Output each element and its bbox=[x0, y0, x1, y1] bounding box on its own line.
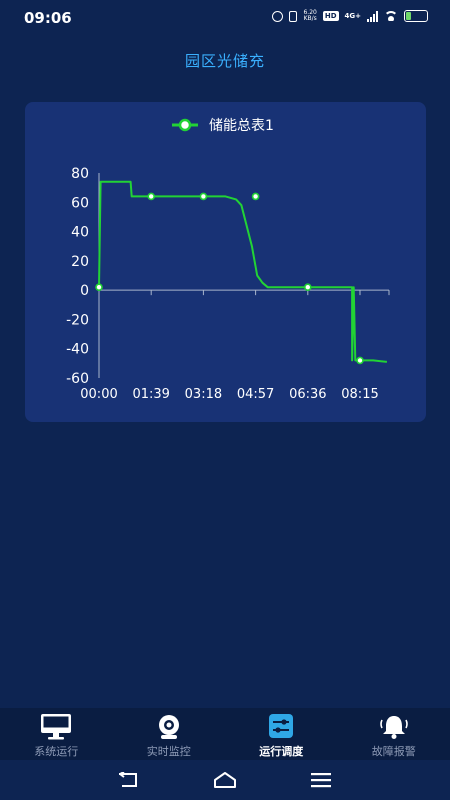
signal-icon bbox=[367, 10, 378, 22]
home-icon[interactable] bbox=[213, 770, 237, 790]
data-point bbox=[95, 283, 103, 292]
nav-item-fault-alarm[interactable]: 故障报警 bbox=[338, 708, 450, 760]
x-tick-label: 01:39 bbox=[132, 387, 169, 402]
legend-label: 储能总表1 bbox=[209, 118, 274, 134]
data-point bbox=[303, 283, 312, 292]
nav-label: 故障报警 bbox=[371, 745, 416, 758]
nav-label: 系统运行 bbox=[34, 745, 79, 758]
y-tick-label: -20 bbox=[66, 312, 89, 328]
x-tick-label: 03:18 bbox=[185, 387, 222, 402]
sliders-icon bbox=[266, 714, 296, 740]
data-point bbox=[147, 192, 155, 201]
nav-label: 运行调度 bbox=[259, 745, 304, 758]
data-point bbox=[356, 356, 364, 365]
menu-icon[interactable] bbox=[309, 770, 333, 790]
bell-icon bbox=[379, 714, 409, 740]
camera-icon bbox=[154, 714, 184, 740]
hd-badge: HD bbox=[322, 11, 339, 21]
page-title: 园区光储充 bbox=[184, 52, 265, 70]
nav-label: 实时监控 bbox=[146, 745, 191, 758]
y-tick-label: 80 bbox=[71, 166, 89, 182]
y-tick-label: 0 bbox=[80, 283, 89, 299]
legend-marker bbox=[178, 118, 192, 132]
y-tick-label: 40 bbox=[71, 225, 89, 241]
nav-item-system-run[interactable]: 系统运行 bbox=[0, 708, 113, 760]
status-bar: 09:06 6.20 KB/s HD 4G+ 26 bbox=[0, 0, 450, 34]
line-chart: 储能总表1 80 60 40 20 0 -20 -40 -6000:00 01:39 03:18 04… bbox=[66, 118, 390, 402]
network-speed-unit: KB/s bbox=[303, 15, 317, 22]
y-tick-label: -40 bbox=[66, 342, 89, 358]
alarm-clock-icon bbox=[272, 10, 284, 22]
network-type: 4G+ bbox=[344, 12, 361, 20]
nav-item-realtime-monitor[interactable]: 实时监控 bbox=[113, 708, 226, 760]
back-icon[interactable] bbox=[117, 770, 141, 790]
nav-item-dispatch[interactable]: 运行调度 bbox=[225, 708, 338, 760]
bottom-nav: 系统运行 实时监控 运行调度 故障报警 bbox=[0, 708, 450, 760]
y-tick-label: 60 bbox=[71, 195, 89, 211]
chart-card: 储能总表1 80 60 40 20 0 -20 -40 -60 00:00 01:39 03:18 04… bbox=[25, 102, 426, 422]
system-nav-bar bbox=[0, 760, 450, 800]
series-line bbox=[98, 180, 388, 363]
vibrate-icon bbox=[289, 10, 298, 22]
x-tick-label: 06:36 bbox=[289, 387, 326, 402]
status-time: 09:06 bbox=[24, 9, 72, 27]
status-icons: 6.20 KB/s HD 4G+ 26 bbox=[272, 10, 428, 22]
network-speed: 6.20 KB/s bbox=[303, 10, 316, 22]
monitor-icon bbox=[41, 714, 72, 740]
battery-icon: 26 bbox=[404, 10, 428, 22]
data-point bbox=[199, 192, 208, 201]
x-tick-label: 04:57 bbox=[237, 387, 274, 402]
battery-level: 26 bbox=[410, 10, 422, 19]
wifi-icon bbox=[384, 11, 398, 21]
x-tick-label: 08:15 bbox=[341, 387, 378, 402]
x-tick-label: 00:00 bbox=[80, 387, 117, 402]
y-tick-label: 20 bbox=[71, 254, 89, 270]
data-point bbox=[251, 192, 260, 201]
y-tick-label: -60 bbox=[66, 371, 89, 387]
